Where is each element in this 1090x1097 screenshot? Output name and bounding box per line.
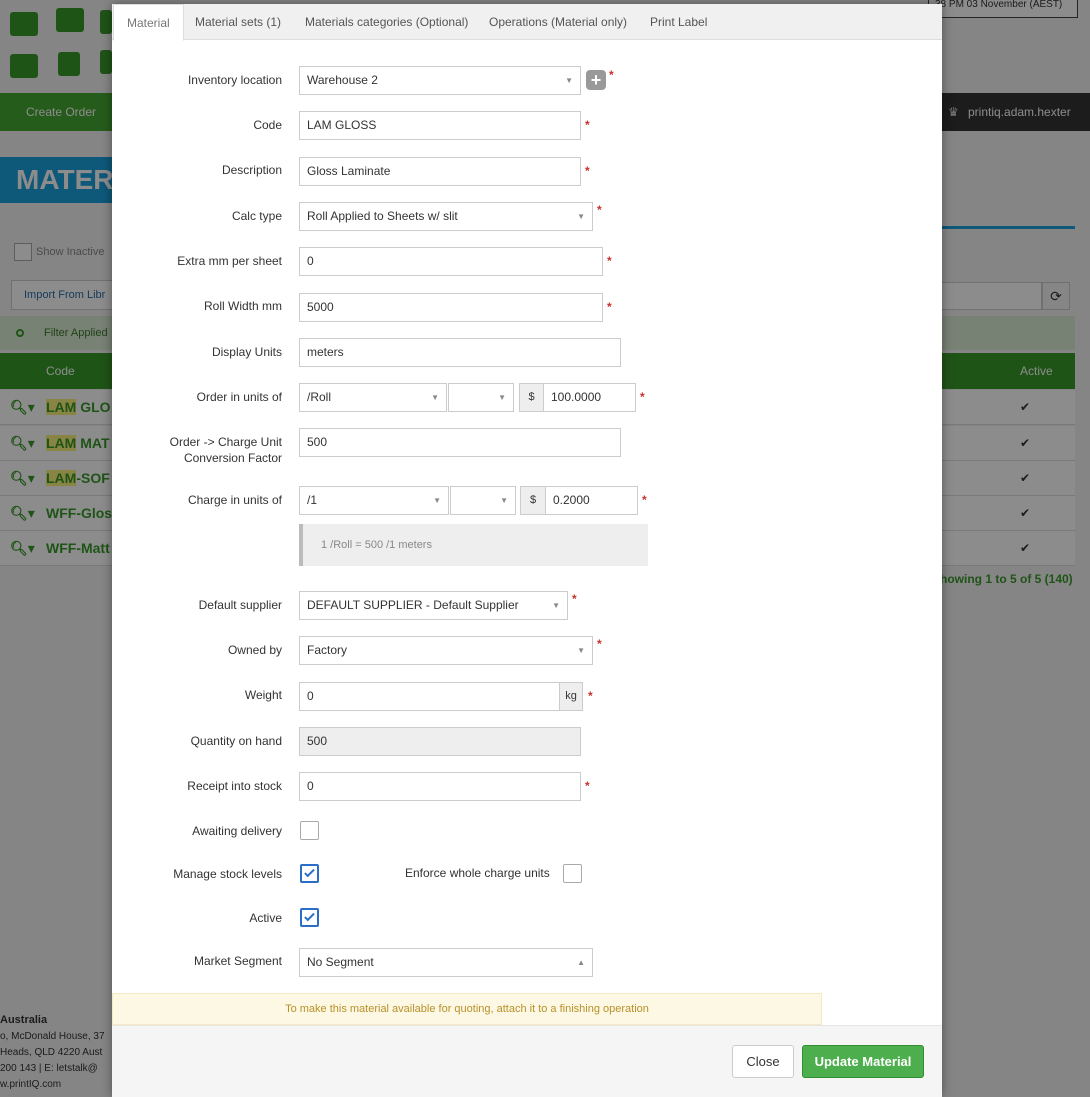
calc-type-select[interactable]: Roll Applied to Sheets w/ slit ▼ (299, 202, 593, 231)
conversion-factor-label: Order -> Charge Unit Conversion Factor (169, 435, 282, 465)
roll-width-label: Roll Width mm (203, 299, 282, 313)
enforce-whole-charge-units-label: Enforce whole charge units (405, 866, 550, 880)
inventory-location-label: Inventory location (187, 73, 282, 87)
currency-addon: $ (520, 486, 546, 515)
charge-subunit-select[interactable]: ▼ (450, 486, 516, 515)
charge-unit-select[interactable]: /1 ▼ (299, 486, 449, 515)
charge-unit-value: /1 (307, 493, 318, 507)
description-input[interactable]: Gloss Laminate (299, 157, 581, 186)
quantity-on-hand-field: 500 (299, 727, 581, 756)
market-segment-value: No Segment (307, 955, 374, 969)
required-marker: * (640, 390, 645, 404)
charge-units-label: Charge in units of (187, 493, 282, 507)
default-supplier-select[interactable]: DEFAULT SUPPLIER - Default Supplier ▼ (299, 591, 568, 620)
required-marker: * (597, 637, 602, 651)
chevron-down-icon: ▼ (565, 76, 573, 85)
weight-input[interactable]: 0 (299, 682, 560, 711)
required-marker: * (585, 779, 590, 793)
awaiting-delivery-label: Awaiting delivery (192, 824, 282, 838)
chevron-down-icon: ▼ (498, 393, 506, 402)
roll-width-input[interactable]: 5000 (299, 293, 603, 322)
chevron-down-icon: ▼ (577, 646, 585, 655)
chevron-up-icon: ▲ (577, 958, 585, 967)
add-location-icon[interactable]: + (586, 70, 606, 90)
manage-stock-levels-checkbox[interactable] (300, 864, 319, 883)
market-segment-label: Market Segment (193, 954, 282, 968)
chevron-down-icon: ▼ (431, 393, 439, 402)
enforce-whole-charge-units-checkbox[interactable] (563, 864, 582, 883)
info-message: To make this material available for quot… (112, 993, 822, 1025)
close-button[interactable]: Close (732, 1045, 794, 1078)
weight-unit-addon: kg (559, 682, 583, 711)
order-unit-value: /Roll (307, 390, 332, 404)
checkmark-icon (304, 910, 315, 922)
weight-label: Weight (244, 688, 282, 702)
tab-material-sets[interactable]: Material sets (1) (182, 4, 294, 40)
code-input[interactable]: LAM GLOSS (299, 111, 581, 140)
tab-operations[interactable]: Operations (Material only) (476, 4, 640, 40)
chevron-down-icon: ▼ (433, 496, 441, 505)
checkmark-icon (304, 866, 315, 878)
tab-materials-categories[interactable]: Materials categories (Optional) (292, 4, 481, 40)
owned-by-label: Owned by (227, 643, 282, 657)
market-segment-select[interactable]: No Segment ▲ (299, 948, 593, 977)
calc-type-value: Roll Applied to Sheets w/ slit (307, 209, 458, 223)
tab-print-label[interactable]: Print Label (637, 4, 720, 40)
required-marker: * (609, 68, 614, 82)
required-marker: * (585, 118, 590, 132)
active-checkbox[interactable] (300, 908, 319, 927)
order-subunit-select[interactable]: ▼ (448, 383, 514, 412)
tab-material[interactable]: Material (113, 4, 184, 41)
modal-footer: Close Update Material (112, 1025, 942, 1097)
tab-bar: Material Material sets (1) Materials cat… (112, 4, 942, 41)
display-units-input[interactable]: meters (299, 338, 621, 367)
active-label: Active (249, 911, 282, 925)
receipt-into-stock-input[interactable]: 0 (299, 772, 581, 801)
required-marker: * (585, 164, 590, 178)
calc-type-label: Calc type (231, 209, 282, 223)
order-price-input[interactable]: 100.0000 (543, 383, 636, 412)
required-marker: * (597, 203, 602, 217)
required-marker: * (607, 254, 612, 268)
chevron-down-icon: ▼ (552, 601, 560, 610)
conversion-factor-input[interactable]: 500 (299, 428, 621, 457)
manage-stock-levels-label: Manage stock levels (173, 867, 282, 881)
order-unit-select[interactable]: /Roll ▼ (299, 383, 447, 412)
currency-addon: $ (519, 383, 544, 412)
inventory-location-select[interactable]: Warehouse 2 ▼ (299, 66, 581, 95)
required-marker: * (588, 689, 593, 703)
code-label: Code (253, 118, 282, 132)
extra-mm-input[interactable]: 0 (299, 247, 603, 276)
update-material-button[interactable]: Update Material (802, 1045, 924, 1078)
required-marker: * (572, 592, 577, 606)
receipt-into-stock-label: Receipt into stock (187, 779, 282, 793)
description-label: Description (221, 163, 282, 177)
charge-price-input[interactable]: 0.2000 (545, 486, 638, 515)
default-supplier-label: Default supplier (198, 598, 282, 612)
awaiting-delivery-checkbox[interactable] (300, 821, 319, 840)
required-marker: * (607, 300, 612, 314)
inventory-location-value: Warehouse 2 (307, 73, 378, 87)
owned-by-value: Factory (307, 643, 348, 657)
quantity-on-hand-label: Quantity on hand (190, 734, 282, 748)
conversion-note: 1 /Roll = 500 /1 meters (299, 524, 648, 566)
default-supplier-value: DEFAULT SUPPLIER - Default Supplier (307, 598, 519, 612)
required-marker: * (642, 493, 647, 507)
extra-mm-label: Extra mm per sheet (177, 254, 282, 268)
chevron-down-icon: ▼ (577, 212, 585, 221)
display-units-label: Display Units (211, 345, 282, 359)
chevron-down-icon: ▼ (500, 496, 508, 505)
order-units-label: Order in units of (196, 390, 282, 404)
material-modal: Material Material sets (1) Materials cat… (112, 4, 942, 1097)
owned-by-select[interactable]: Factory ▼ (299, 636, 593, 665)
